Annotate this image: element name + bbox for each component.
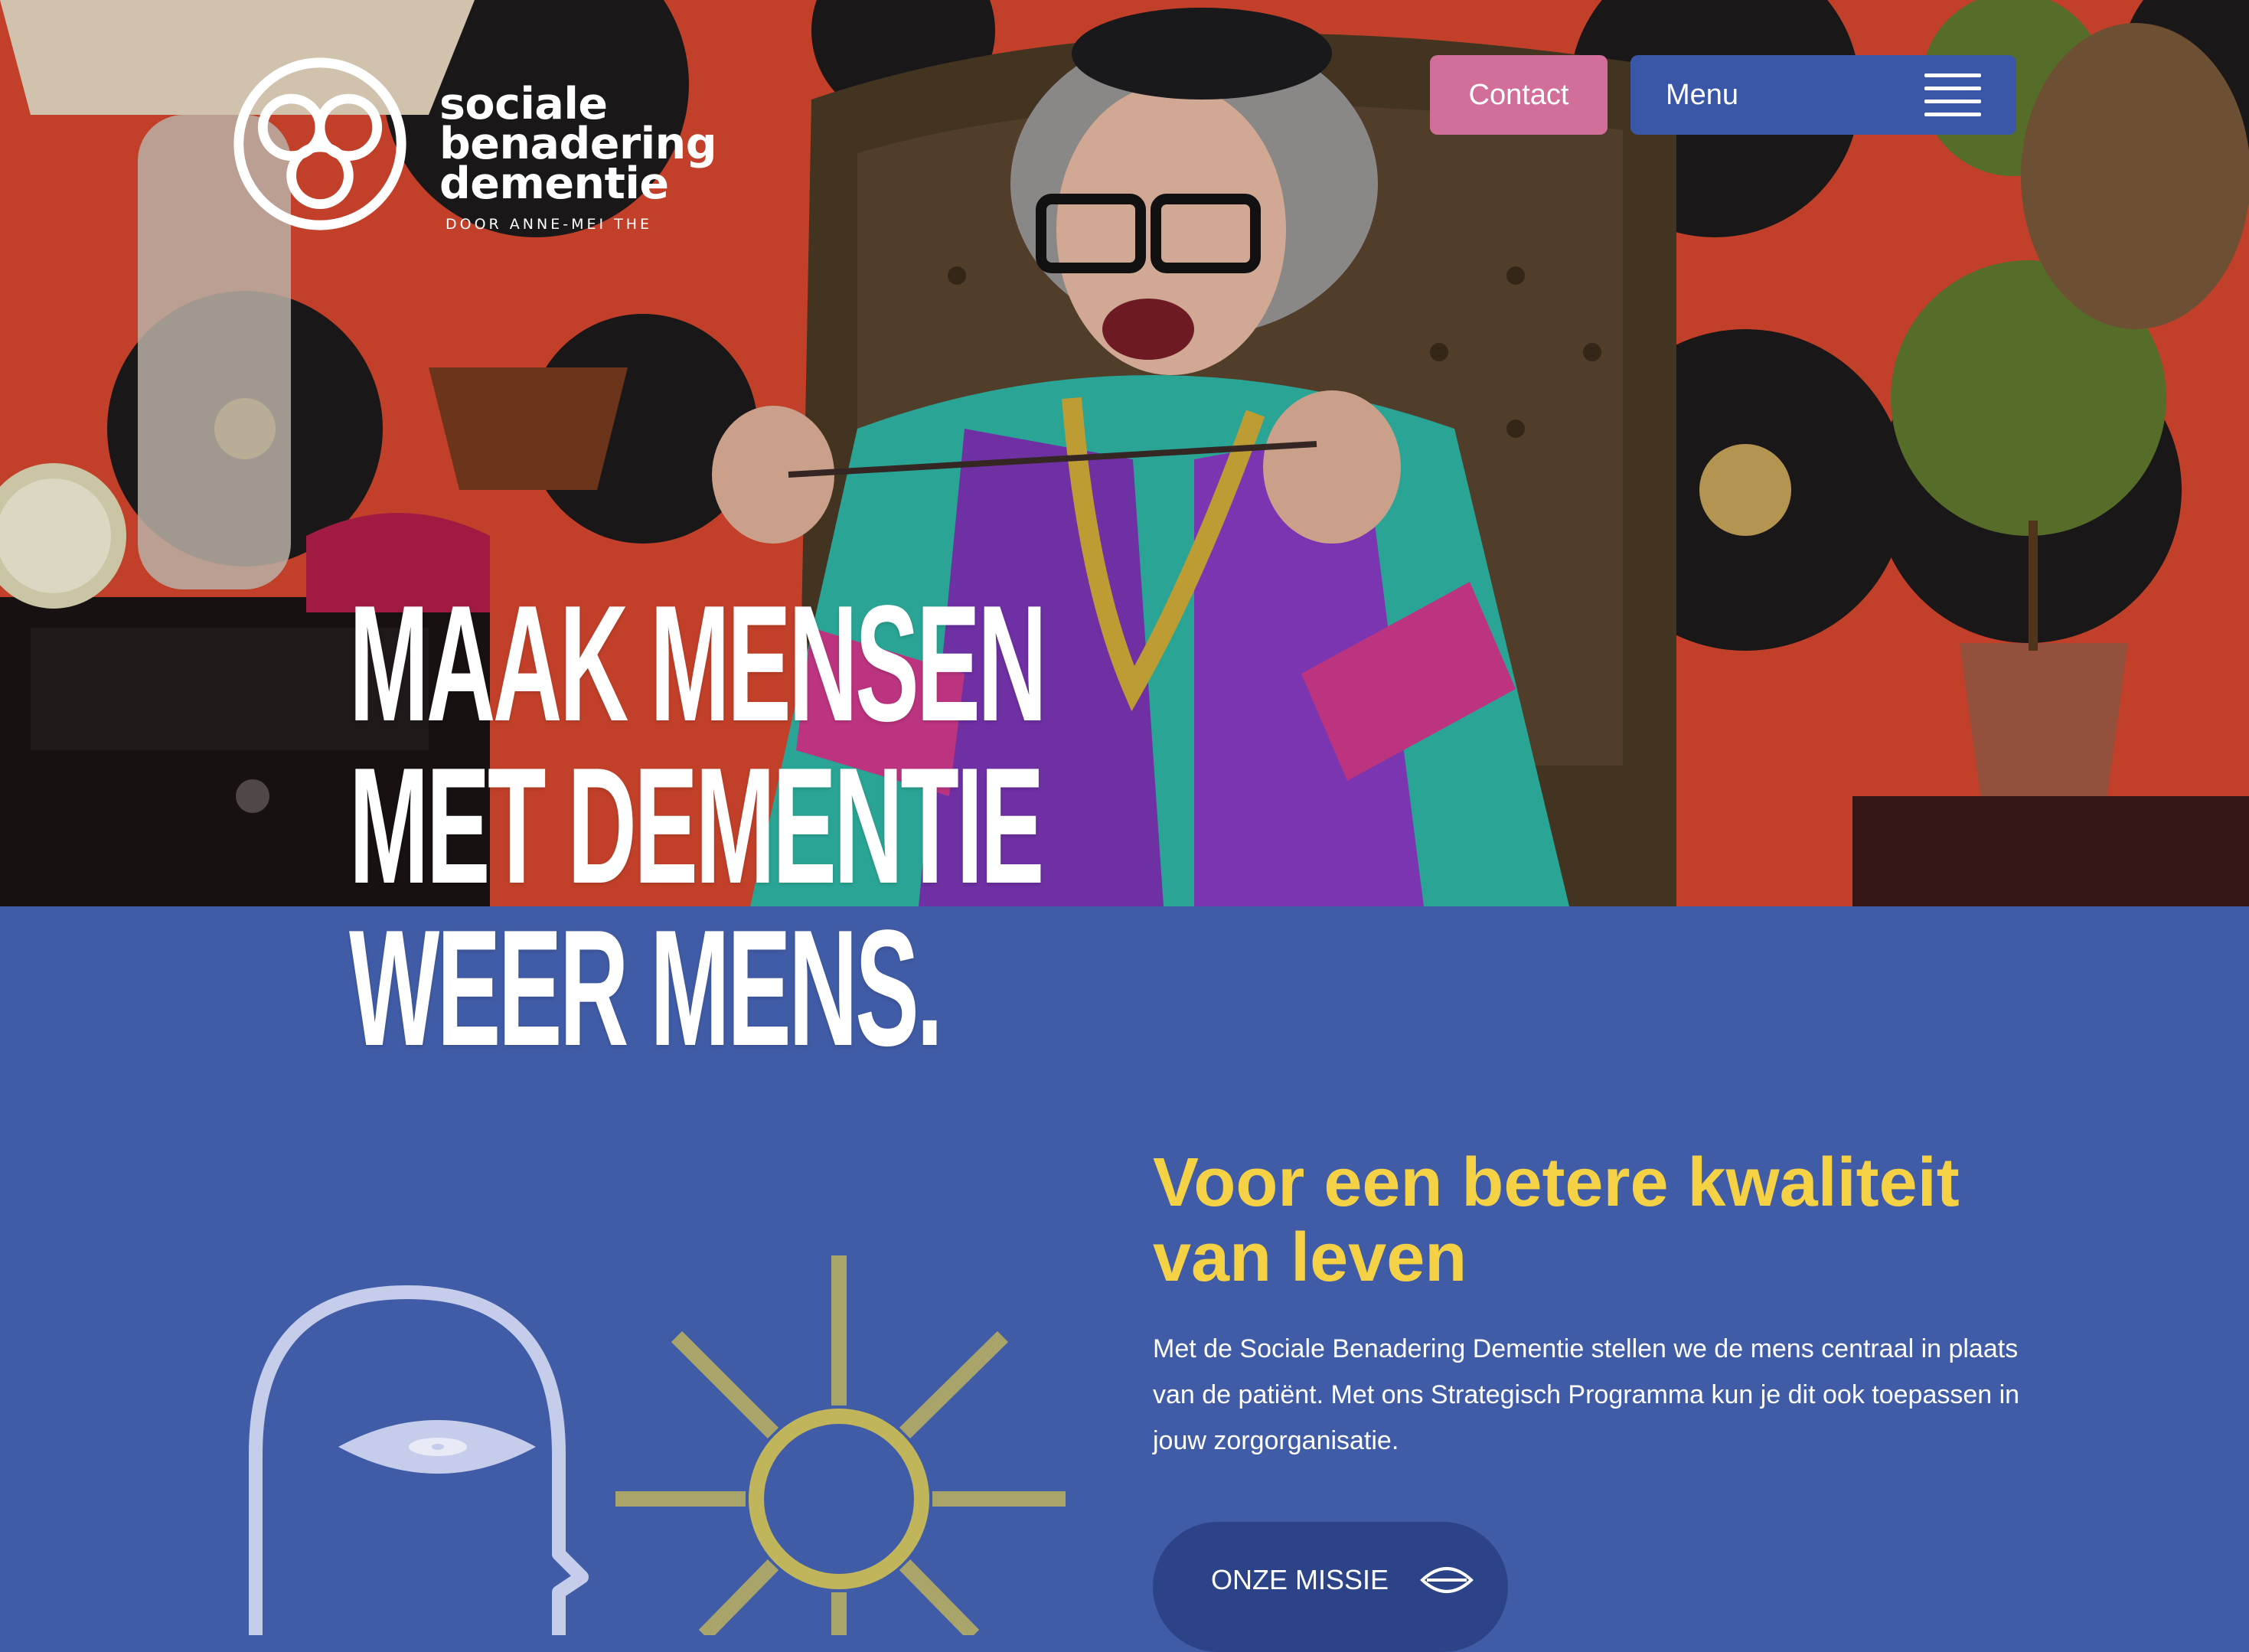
section-title: Voor een betere kwaliteit van leven	[1153, 1144, 1960, 1296]
menu-button[interactable]: Menu	[1630, 55, 2016, 135]
logo-mark-icon	[233, 57, 406, 230]
section-body-text: Met de Sociale Benadering Dementie stell…	[1153, 1334, 2020, 1455]
brand-name-line-3: dementie	[439, 158, 669, 209]
headline-line-2: MET DEMENTIE	[349, 733, 1044, 918]
headline-line-1: MAAK MENSEN	[349, 570, 1047, 756]
eye-icon	[1420, 1567, 1474, 1593]
head-and-sun-illustration	[249, 1255, 1066, 1635]
headline-line-3: WEER MENS.	[349, 895, 943, 1080]
contact-button-label: Contact	[1468, 78, 1569, 111]
onze-missie-button[interactable]: ONZE MISSIE	[1153, 1522, 1508, 1652]
contact-button[interactable]: Contact	[1430, 55, 1608, 135]
onze-missie-button-label: ONZE MISSIE	[1211, 1564, 1389, 1595]
hero-headline: MAAK MENSEN MET DEMENTIE WEER MENS.	[349, 570, 1115, 1080]
hamburger-icon	[1924, 73, 1981, 116]
menu-button-label: Menu	[1666, 78, 1739, 111]
brand-logo[interactable]: sociale benadering dementie DOOR ANNE-ME…	[230, 54, 811, 237]
head-profile-icon	[249, 1285, 589, 1635]
brand-tagline: DOOR ANNE-MEI THE	[446, 216, 653, 233]
sun-icon	[615, 1255, 1066, 1635]
